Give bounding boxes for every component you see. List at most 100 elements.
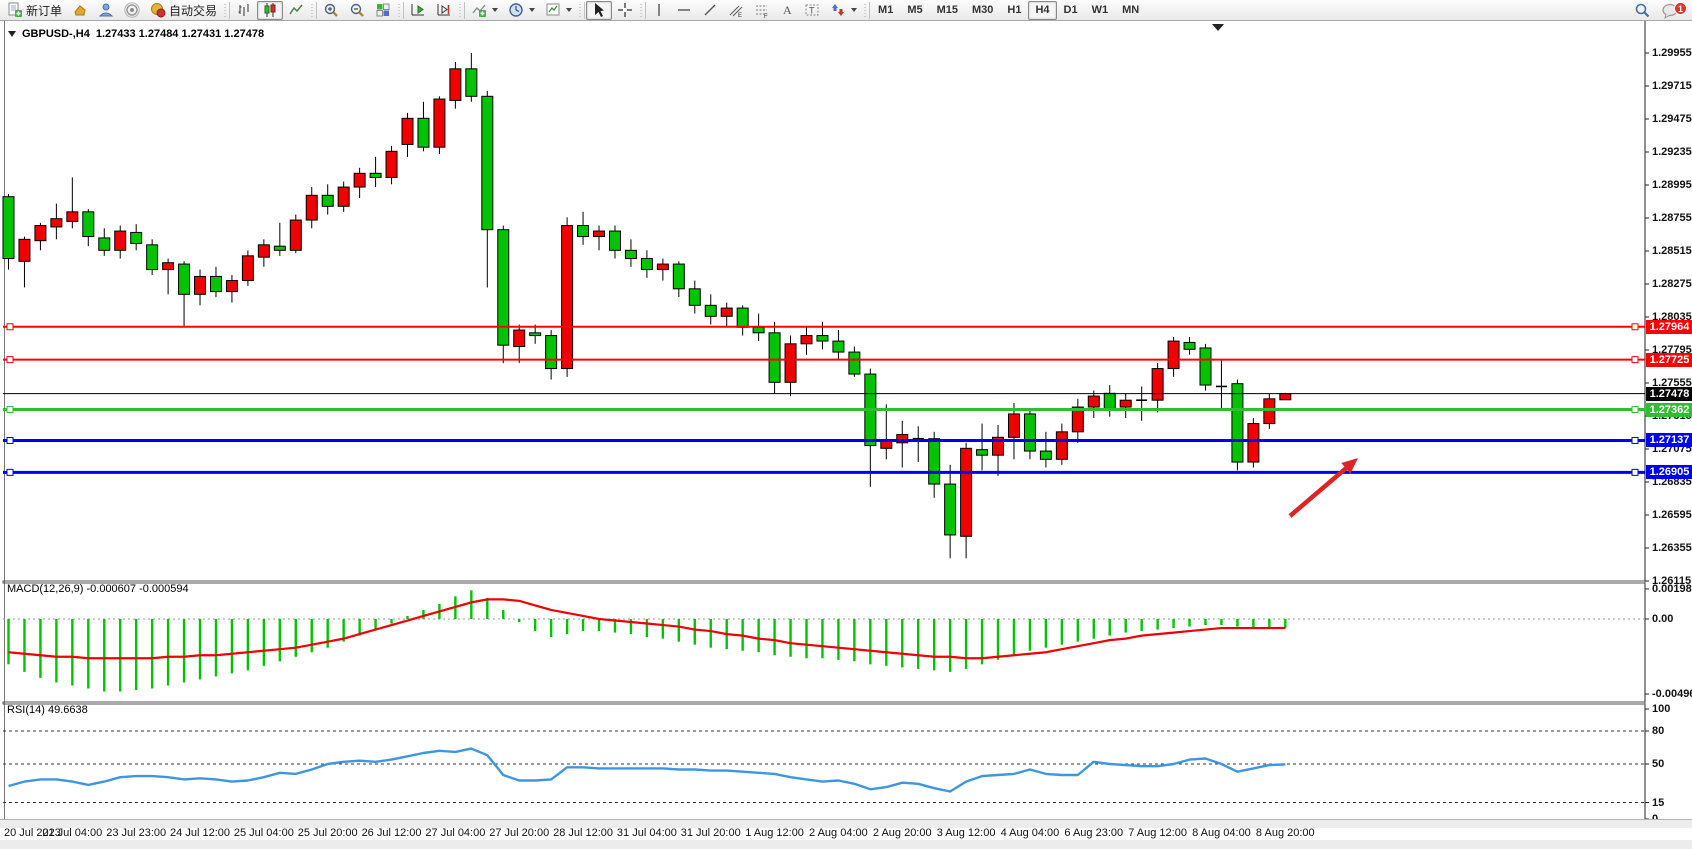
zoom-in-button[interactable]: [318, 1, 344, 20]
candle-body-up[interactable]: [402, 118, 413, 144]
candle-body-down[interactable]: [418, 118, 429, 147]
new-order-button[interactable]: 新订单: [2, 1, 67, 20]
candle-body-up[interactable]: [1088, 396, 1099, 407]
candle-body-up[interactable]: [961, 448, 972, 536]
candle-body-up[interactable]: [226, 281, 237, 292]
candle-body-up[interactable]: [35, 226, 46, 241]
candle-body-up[interactable]: [514, 330, 525, 347]
candle-body-down[interactable]: [849, 352, 860, 374]
zoom-out-button[interactable]: [344, 1, 370, 20]
candle-body-down[interactable]: [1232, 384, 1243, 462]
candle-body-up[interactable]: [801, 336, 812, 344]
candle-body-down[interactable]: [737, 308, 748, 327]
candle-body-up[interactable]: [386, 151, 397, 177]
channel-button[interactable]: E: [723, 1, 749, 20]
candle-body-up[interactable]: [1056, 432, 1067, 460]
hline-handle-left[interactable]: [7, 437, 13, 443]
candle-body-up[interactable]: [1264, 399, 1275, 424]
candle-body-down[interactable]: [99, 238, 110, 250]
hline-handle-right[interactable]: [1632, 324, 1638, 330]
candle-body-down[interactable]: [482, 96, 493, 229]
candle-body-up[interactable]: [19, 239, 30, 261]
candle-body-down[interactable]: [609, 231, 620, 250]
timeframe-button-w1[interactable]: W1: [1085, 1, 1116, 20]
candle-body-down[interactable]: [322, 195, 333, 206]
timeframe-button-h1[interactable]: H1: [1000, 1, 1028, 20]
search-button[interactable]: [1629, 1, 1656, 20]
chart-end-button[interactable]: [431, 1, 457, 20]
crosshair-button[interactable]: [612, 1, 638, 20]
chart-shift-marker-icon[interactable]: [1212, 24, 1224, 31]
chart-surface[interactable]: GBPUSD-,H4 1.27433 1.27484 1.27431 1.274…: [0, 21, 1692, 840]
candle-body-down[interactable]: [929, 439, 940, 484]
candle-body-up[interactable]: [594, 231, 605, 237]
chart-dropdown-icon[interactable]: [8, 31, 16, 37]
candle-body-down[interactable]: [83, 212, 94, 237]
hline-handle-right[interactable]: [1632, 357, 1638, 363]
candle-body-up[interactable]: [1152, 369, 1163, 401]
candle-body-down[interactable]: [3, 197, 14, 259]
text-button[interactable]: A: [775, 1, 799, 20]
timeframe-button-h4[interactable]: H4: [1028, 1, 1056, 20]
timeframe-button-m15[interactable]: M15: [930, 1, 965, 20]
candle-body-down[interactable]: [625, 250, 636, 258]
hline-handle-right[interactable]: [1632, 407, 1638, 413]
candle-body-up[interactable]: [290, 220, 301, 250]
candle-body-down[interactable]: [466, 69, 477, 97]
candle-body-up[interactable]: [306, 195, 317, 220]
candle-chart-button[interactable]: [257, 1, 283, 20]
chart-window-button[interactable]: [67, 1, 93, 20]
cursor-button[interactable]: [586, 1, 612, 20]
candle-body-down[interactable]: [1104, 393, 1115, 408]
candle-body-down[interactable]: [370, 173, 381, 177]
bar-chart-button[interactable]: [231, 1, 257, 20]
candle-body-down[interactable]: [673, 264, 684, 289]
timeframe-button-m30[interactable]: M30: [965, 1, 1000, 20]
signals-button[interactable]: [119, 1, 145, 20]
rsi-pane-separator[interactable]: [3, 702, 1645, 704]
candle-body-up[interactable]: [242, 256, 253, 281]
hline-handle-left[interactable]: [7, 407, 13, 413]
candle-body-down[interactable]: [498, 230, 509, 346]
candle-body-up[interactable]: [115, 231, 126, 250]
templates-button[interactable]: [540, 1, 577, 20]
candle-body-down[interactable]: [641, 259, 652, 270]
candle-body-up[interactable]: [1168, 341, 1179, 369]
indicators-button[interactable]: [466, 1, 503, 20]
candle-body-down[interactable]: [817, 336, 828, 342]
hline-button[interactable]: [671, 1, 697, 20]
hline-handle-left[interactable]: [7, 357, 13, 363]
candle-body-down[interactable]: [179, 264, 190, 294]
candle-body-up[interactable]: [562, 226, 573, 369]
hline-handle-left[interactable]: [7, 469, 13, 475]
candle-body-up[interactable]: [258, 245, 269, 257]
hline-handle-right[interactable]: [1632, 469, 1638, 475]
candle-body-up[interactable]: [434, 99, 445, 147]
candle-body-up[interactable]: [721, 308, 732, 316]
candle-body-up[interactable]: [67, 212, 78, 222]
candle-body-down[interactable]: [705, 305, 716, 316]
candle-body-down[interactable]: [1184, 342, 1195, 349]
candle-body-down[interactable]: [1200, 348, 1211, 385]
candle-body-up[interactable]: [1280, 394, 1291, 400]
candle-body-down[interactable]: [1024, 414, 1035, 451]
candle-body-up[interactable]: [657, 264, 668, 270]
candle-body-up[interactable]: [338, 187, 349, 206]
timeframe-button-m5[interactable]: M5: [900, 1, 929, 20]
candle-body-down[interactable]: [1040, 451, 1051, 459]
shapes-button[interactable]: [825, 1, 862, 20]
candle-body-down[interactable]: [753, 327, 764, 333]
candle-body-up[interactable]: [195, 276, 206, 294]
candle-body-down[interactable]: [977, 450, 988, 456]
candle-body-up[interactable]: [785, 344, 796, 383]
candle-body-up[interactable]: [163, 263, 174, 270]
tile-windows-button[interactable]: [370, 1, 396, 20]
periods-button[interactable]: [503, 1, 540, 20]
chart-forward-button[interactable]: [405, 1, 431, 20]
candle-body-up[interactable]: [51, 219, 62, 227]
candle-body-up[interactable]: [354, 173, 365, 187]
candle-body-down[interactable]: [274, 246, 285, 250]
candle-body-down[interactable]: [833, 341, 844, 352]
candle-body-up[interactable]: [450, 69, 461, 101]
timeframe-button-m1[interactable]: M1: [871, 1, 900, 20]
